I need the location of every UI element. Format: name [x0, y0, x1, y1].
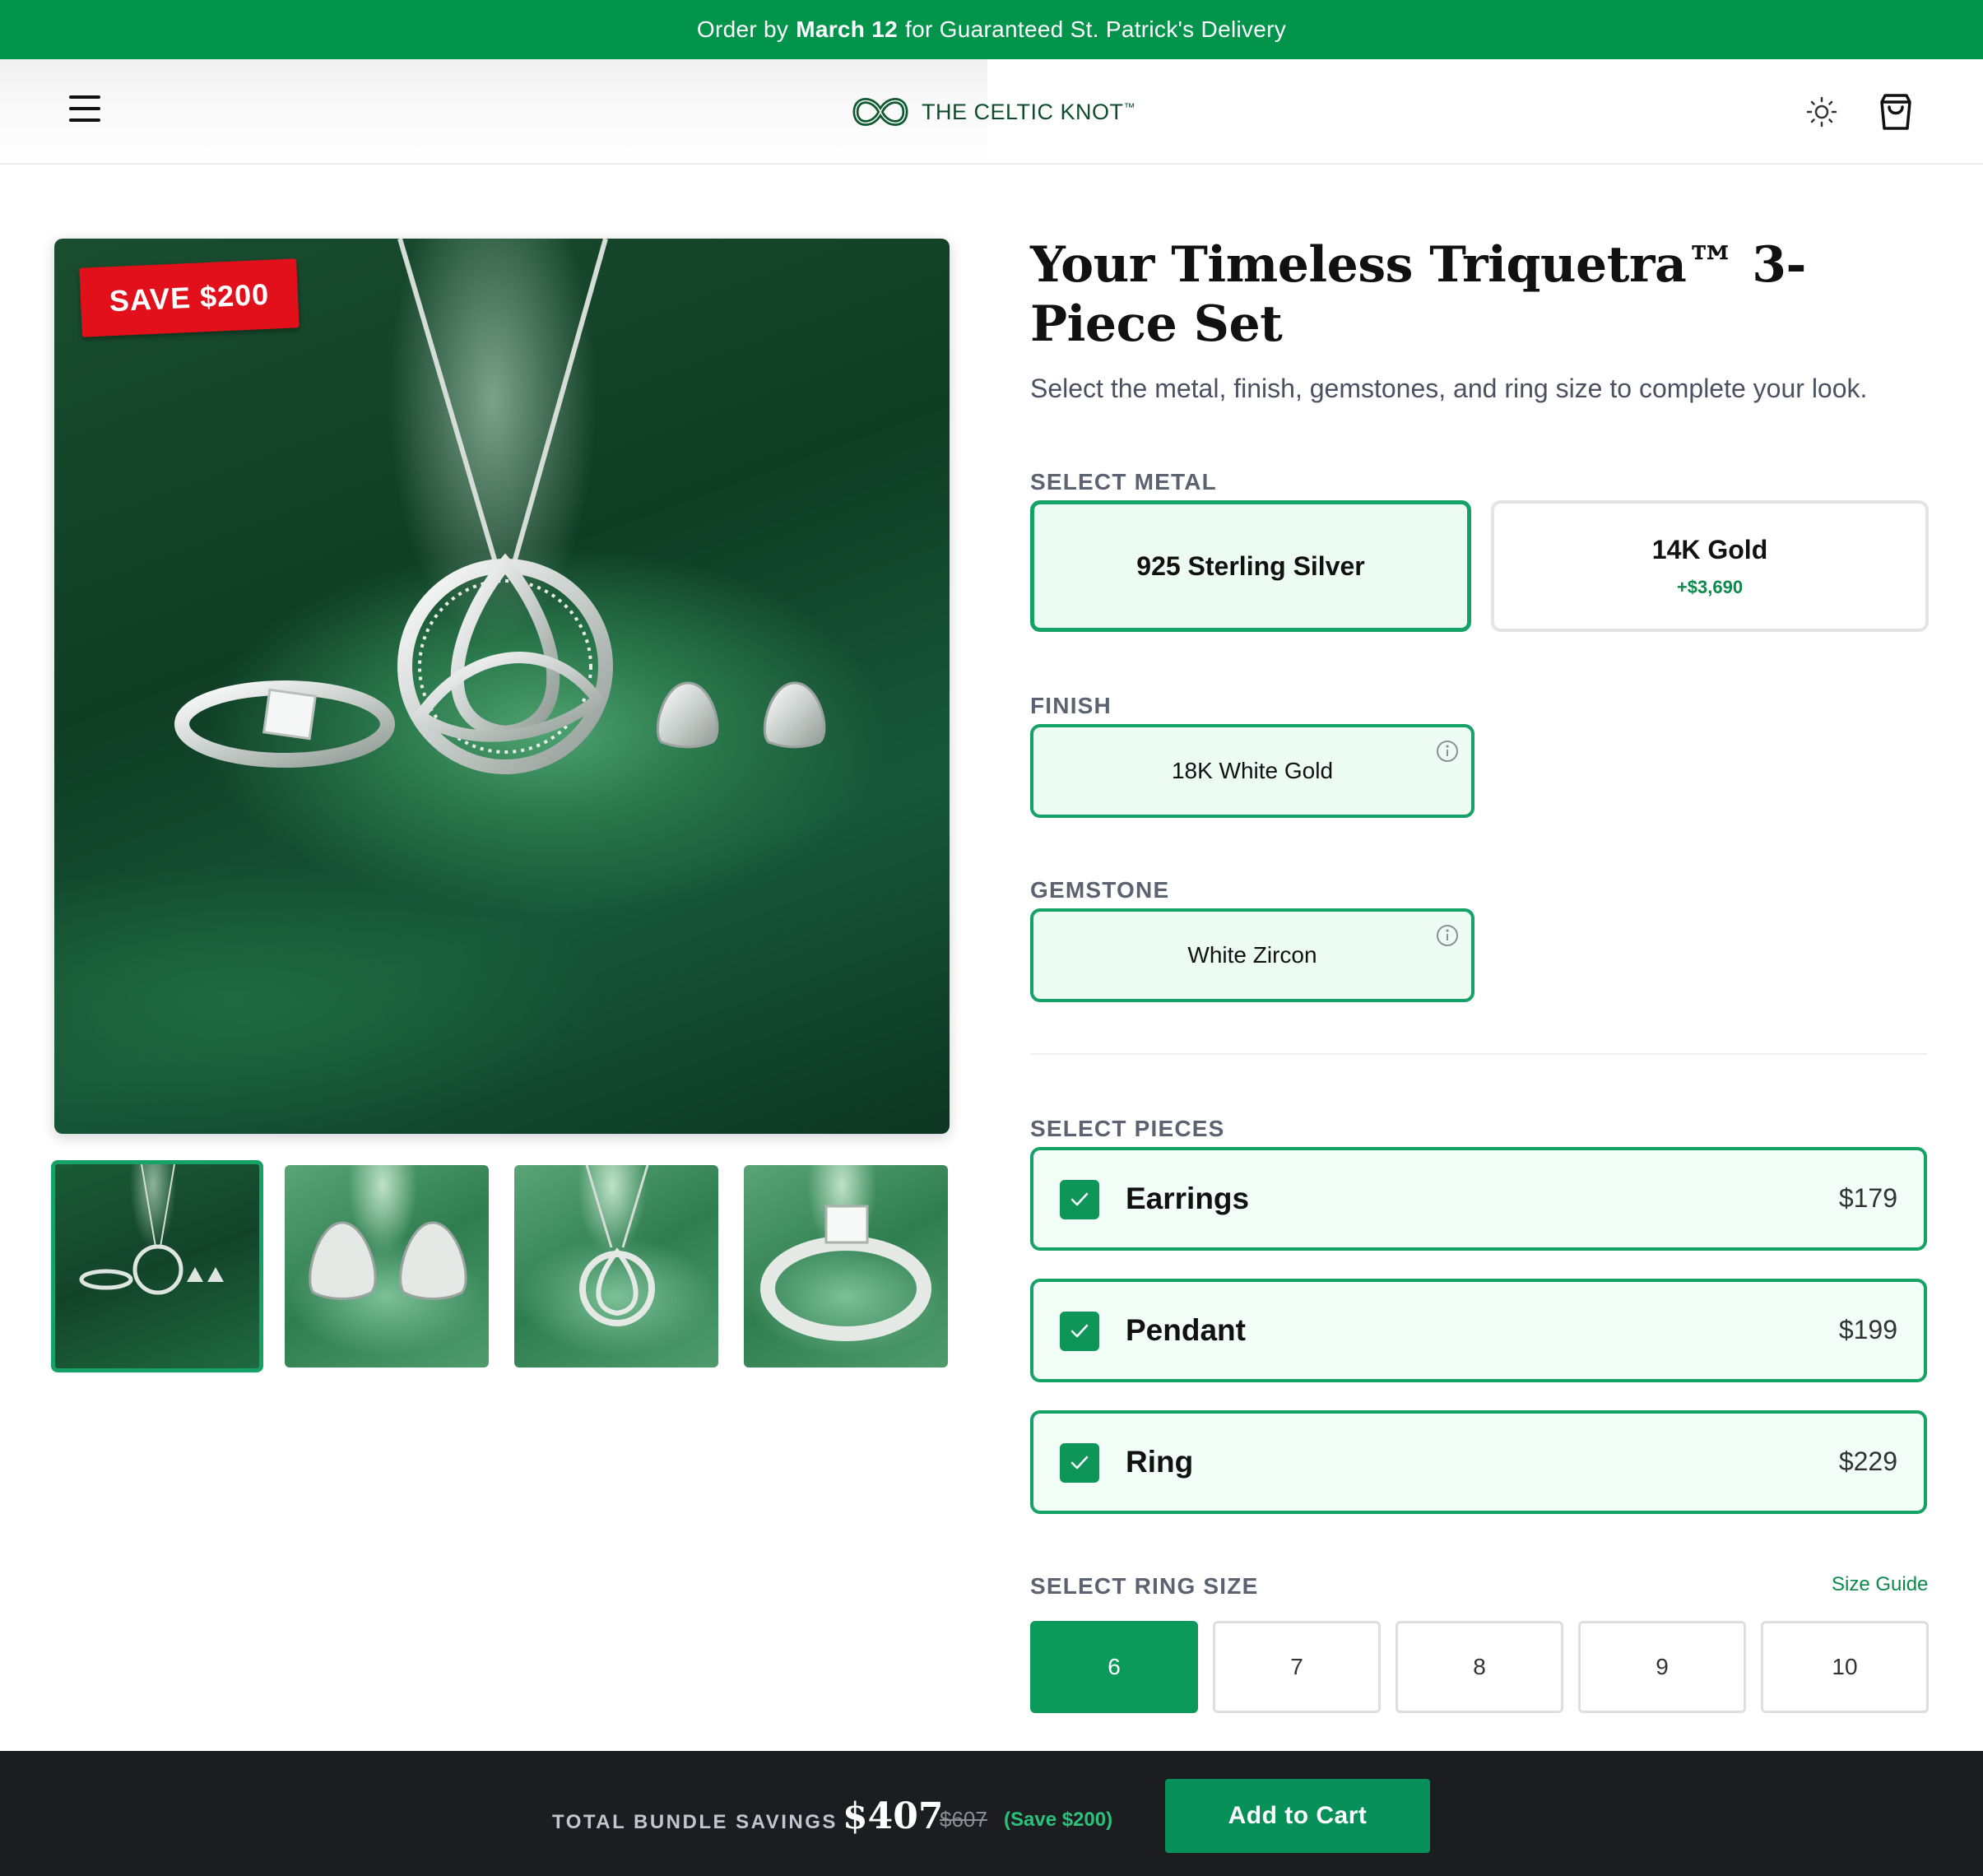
pieces-label: SELECT PIECES	[1030, 1116, 1225, 1141]
metal-option-14k-gold[interactable]: 14K Gold +$3,690	[1491, 500, 1929, 632]
gemstone-option[interactable]: White Zircon	[1030, 908, 1474, 1002]
metal-option-sterling-silver[interactable]: 925 Sterling Silver	[1030, 500, 1471, 632]
info-icon[interactable]	[1435, 739, 1460, 764]
promo-banner: Order by March 12 for Guaranteed St. Pat…	[0, 0, 1983, 59]
checkmark-icon	[1070, 1192, 1089, 1206]
bundle-savings-label: TOTAL BUNDLE SAVINGS	[552, 1811, 838, 1833]
finish-value: 18K White Gold	[1171, 758, 1334, 783]
promo-suffix: for Guaranteed St. Patrick's Delivery	[905, 16, 1287, 42]
ring-size-8[interactable]: 8	[1396, 1621, 1563, 1713]
piece-price: $229	[1838, 1446, 1897, 1476]
piece-pendant[interactable]: Pendant $199	[1030, 1279, 1927, 1382]
metal-option-name: 14K Gold	[1651, 534, 1768, 564]
ring-size-6[interactable]: 6	[1030, 1621, 1198, 1713]
ring-size-10[interactable]: 10	[1761, 1621, 1929, 1713]
size-guide-link[interactable]: Size Guide	[1832, 1573, 1928, 1596]
add-to-cart-button[interactable]: Add to Cart	[1165, 1779, 1430, 1853]
finish-label: FINISH	[1030, 693, 1112, 718]
checkbox-ring[interactable]	[1060, 1443, 1099, 1483]
bundle-total-price: $407	[843, 1795, 944, 1837]
checkout-bar	[0, 1751, 1983, 1876]
ring-size-label: SELECT RING SIZE	[1030, 1573, 1259, 1599]
checkmark-icon	[1070, 1456, 1089, 1470]
brand-logo[interactable]: THE CELTIC KNOT™	[849, 89, 1135, 135]
checkbox-earrings[interactable]	[1060, 1180, 1099, 1219]
savings-note: (Save $200)	[1004, 1809, 1113, 1831]
theme-toggle-sun-icon[interactable]	[1802, 92, 1841, 132]
thumbnail-earrings[interactable]	[285, 1165, 489, 1368]
thumbnail-strip	[51, 1160, 950, 1372]
gemstone-label: GEMSTONE	[1030, 877, 1170, 903]
info-icon[interactable]	[1435, 923, 1460, 948]
shopping-bag-icon[interactable]	[1876, 92, 1916, 132]
piece-name: Earrings	[1126, 1182, 1250, 1215]
metal-option-name: 925 Sterling Silver	[1136, 550, 1365, 581]
thumbnail-pendant[interactable]	[514, 1165, 718, 1368]
metal-label: SELECT METAL	[1030, 469, 1217, 495]
checkmark-icon	[1070, 1324, 1089, 1338]
product-main-image[interactable]: SAVE $200	[54, 239, 950, 1134]
thumbnail-full-set[interactable]	[51, 1160, 263, 1372]
piece-ring[interactable]: Ring $229	[1030, 1410, 1927, 1514]
header-shadow	[0, 59, 987, 163]
thumbnail-ring[interactable]	[744, 1165, 948, 1368]
checkbox-pendant[interactable]	[1060, 1312, 1099, 1351]
jewelry-set-illustration	[174, 239, 826, 774]
original-price: $607	[940, 1807, 987, 1832]
save-badge: SAVE $200	[79, 258, 300, 337]
metal-option-price: +$3,690	[1676, 576, 1744, 597]
promo-date: March 12	[796, 16, 899, 42]
ring-size-7[interactable]: 7	[1213, 1621, 1381, 1713]
site-header: THE CELTIC KNOT™	[0, 59, 1983, 165]
piece-earrings[interactable]: Earrings $179	[1030, 1147, 1927, 1251]
celtic-knot-logo-icon	[852, 98, 908, 126]
ring-size-9[interactable]: 9	[1578, 1621, 1746, 1713]
brand-name: THE CELTIC KNOT™	[922, 99, 1136, 124]
promo-prefix: Order by	[696, 16, 789, 42]
piece-name: Ring	[1126, 1445, 1194, 1479]
product-subtitle: Select the metal, finish, gemstones, and…	[1030, 374, 1868, 403]
piece-price: $199	[1838, 1315, 1897, 1344]
product-title: Your Timeless Triquetra™ 3-Piece Set	[1030, 236, 1806, 353]
piece-name: Pendant	[1126, 1313, 1246, 1347]
finish-option[interactable]: 18K White Gold	[1030, 724, 1474, 818]
gemstone-value: White Zircon	[1187, 942, 1317, 968]
section-divider	[1030, 1053, 1927, 1055]
piece-price: $179	[1838, 1183, 1897, 1213]
menu-icon[interactable]	[69, 95, 100, 127]
